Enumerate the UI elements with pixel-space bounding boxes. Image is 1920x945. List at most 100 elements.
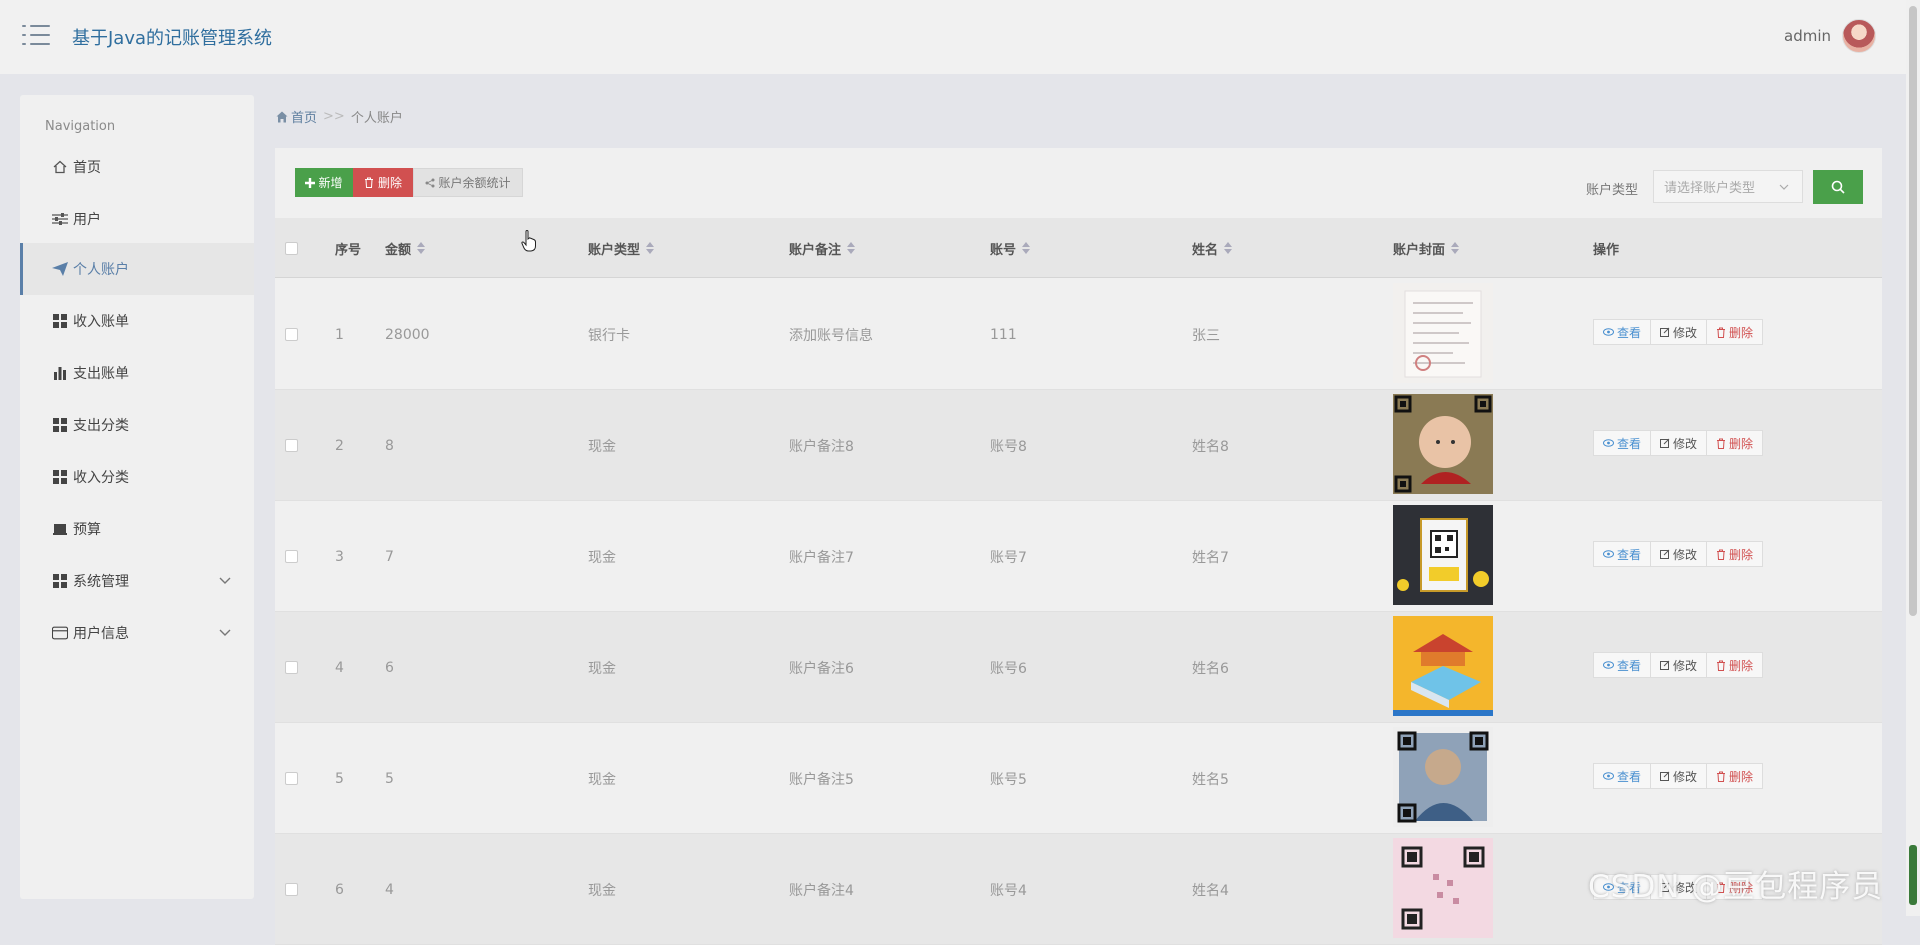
cell-amount: 8 [385, 437, 394, 454]
menu-toggle-icon[interactable] [22, 25, 50, 47]
top-bar: 基于Java的记账管理系统 admin [0, 0, 1920, 74]
nav-heading: Navigation [45, 119, 116, 134]
row-checkbox[interactable] [285, 328, 298, 341]
sort-icon[interactable] [1224, 242, 1233, 254]
drive-icon [52, 521, 68, 537]
breadcrumb-home-link[interactable]: 首页 [291, 107, 317, 126]
sidebar-item-expense-bill[interactable]: 支出账单 [20, 347, 254, 399]
sidebar-item-user-info[interactable]: 用户信息 [20, 607, 254, 659]
cell-amount: 7 [385, 548, 394, 565]
view-button[interactable]: 查看 [1593, 652, 1652, 678]
edit-button[interactable]: 修改 [1650, 541, 1708, 567]
select-all-checkbox[interactable] [285, 242, 298, 255]
avatar[interactable] [1842, 19, 1876, 53]
cell-account-note: 账户备注4 [789, 882, 854, 899]
balance-stats-label: 账户余额统计 [438, 176, 511, 190]
sidebar-item-income-bill[interactable]: 收入账单 [20, 295, 254, 347]
trash-icon [1717, 549, 1726, 560]
sort-icon[interactable] [646, 242, 655, 254]
cell-account-number: 账号5 [990, 771, 1027, 788]
col-account-number[interactable]: 账号 [990, 218, 1031, 278]
trash-icon [1717, 327, 1726, 338]
col-index: 序号 [335, 242, 362, 258]
sidebar-item-system-management[interactable]: 系统管理 [20, 555, 254, 607]
col-cover[interactable]: 账户封面 [1393, 218, 1460, 278]
batch-delete-button[interactable]: 删除 [353, 168, 413, 197]
cell-account-note: 账户备注6 [789, 660, 854, 677]
cell-account-type: 现金 [588, 660, 616, 677]
sort-icon[interactable] [417, 242, 426, 254]
edit-icon [1660, 771, 1670, 781]
account-cover-image [1393, 283, 1493, 383]
row-checkbox[interactable] [285, 661, 298, 674]
table-row: 1 28000 银行卡 添加账号信息 111 张三 查看 修改 删除 [275, 279, 1882, 390]
col-account-note[interactable]: 账户备注 [789, 218, 856, 278]
sidebar-item-home[interactable]: 首页 [20, 141, 254, 193]
row-actions: 查看 修改 删除 [1593, 319, 1764, 345]
delete-button[interactable]: 删除 [1706, 430, 1764, 456]
scrollbar-thumb[interactable] [1909, 6, 1917, 616]
eye-icon [1603, 328, 1614, 336]
sort-icon[interactable] [847, 242, 856, 254]
sidebar-item-budget[interactable]: 预算 [20, 503, 254, 555]
col-name[interactable]: 姓名 [1192, 218, 1233, 278]
cell-index: 5 [335, 770, 344, 787]
col-amount[interactable]: 金额 [385, 218, 426, 278]
breadcrumb-current: 个人账户 [350, 111, 403, 126]
row-checkbox[interactable] [285, 772, 298, 785]
cell-amount: 28000 [385, 326, 430, 343]
page-scrollbar[interactable] [1906, 0, 1920, 916]
cell-index: 2 [335, 437, 344, 454]
grid-icon [52, 417, 68, 433]
sidebar-item-label: 收入分类 [73, 470, 129, 486]
edit-button[interactable]: 修改 [1650, 430, 1708, 456]
delete-button[interactable]: 删除 [1706, 319, 1764, 345]
edit-button[interactable]: 修改 [1650, 319, 1708, 345]
view-button[interactable]: 查看 [1593, 319, 1652, 345]
sidebar-item-expense-category[interactable]: 支出分类 [20, 399, 254, 451]
account-type-placeholder: 请选择账户类型 [1664, 181, 1756, 196]
row-checkbox[interactable] [285, 883, 298, 896]
trash-icon [1717, 438, 1726, 449]
search-button[interactable] [1813, 170, 1863, 204]
sidebar-item-users[interactable]: 用户 [20, 193, 254, 245]
account-cover-image [1393, 394, 1493, 494]
table-header: 序号 金额 账户类型 账户备注 账号 姓名 账户封面 操作 [275, 218, 1882, 278]
edit-button[interactable]: 修改 [1650, 652, 1708, 678]
eye-icon [1603, 439, 1614, 447]
cell-account-number: 111 [990, 326, 1017, 343]
edit-icon [1660, 549, 1670, 559]
add-button-label: 新增 [318, 176, 343, 190]
table-row: 5 5 现金 账户备注5 账号5 姓名5 查看 修改 删除 [275, 723, 1882, 834]
home-icon [276, 111, 288, 122]
edit-button[interactable]: 修改 [1650, 763, 1708, 789]
sidebar-item-personal-account[interactable]: 个人账户 [20, 243, 254, 295]
edit-icon [1660, 438, 1670, 448]
account-type-filter-label: 账户类型 [1586, 183, 1639, 198]
cell-index: 6 [335, 881, 344, 898]
delete-button[interactable]: 删除 [1706, 541, 1764, 567]
content-panel: 新增 删除 账户余额统计 账户类型 请选择账户类型 序号 金额 账户类型 账户备… [275, 148, 1882, 945]
grid-icon [52, 313, 68, 329]
view-button[interactable]: 查看 [1593, 541, 1652, 567]
row-checkbox[interactable] [285, 550, 298, 563]
edit-icon [1660, 660, 1670, 670]
delete-button[interactable]: 删除 [1706, 763, 1764, 789]
view-button[interactable]: 查看 [1593, 430, 1652, 456]
sort-icon[interactable] [1022, 242, 1031, 254]
balance-stats-button[interactable]: 账户余额统计 [413, 168, 523, 197]
sort-icon[interactable] [1451, 242, 1460, 254]
sidebar-item-income-category[interactable]: 收入分类 [20, 451, 254, 503]
delete-button[interactable]: 删除 [1706, 652, 1764, 678]
row-checkbox[interactable] [285, 439, 298, 452]
col-account-type[interactable]: 账户类型 [588, 218, 655, 278]
view-button[interactable]: 查看 [1593, 763, 1652, 789]
sidebar-item-label: 支出账单 [73, 366, 129, 382]
add-button[interactable]: 新增 [295, 168, 353, 197]
user-name[interactable]: admin [1784, 27, 1831, 45]
cell-index: 1 [335, 326, 344, 343]
account-type-select[interactable]: 请选择账户类型 [1653, 170, 1803, 203]
cell-amount: 4 [385, 881, 394, 898]
cell-account-note: 账户备注7 [789, 549, 854, 566]
batch-delete-label: 删除 [377, 176, 402, 190]
